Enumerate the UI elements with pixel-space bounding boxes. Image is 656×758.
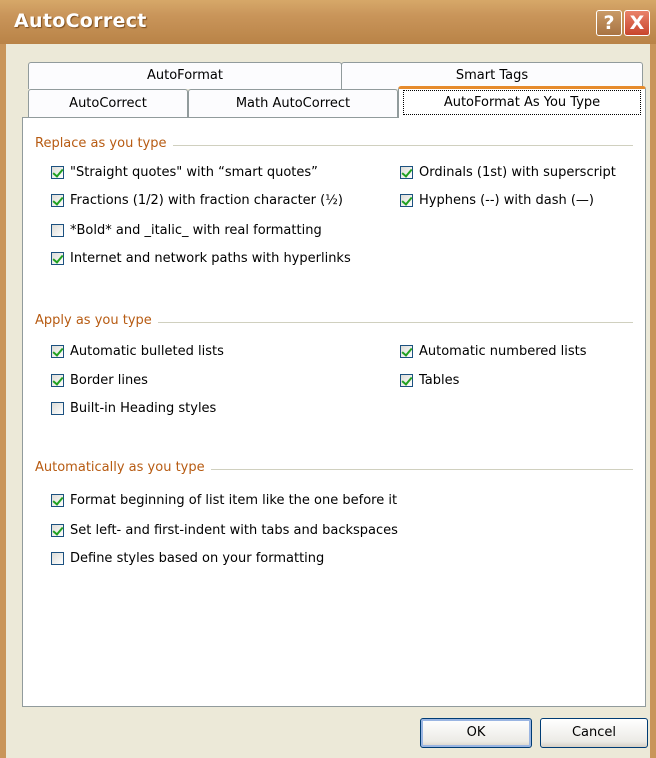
checkbox-label: *Bold* and _italic_ with real formatting	[70, 223, 322, 238]
ok-button[interactable]: OK	[420, 718, 532, 748]
checkbox-label: Format beginning of list item like the o…	[70, 493, 398, 508]
checkbox-box[interactable]	[51, 194, 64, 207]
checkbox-box[interactable]	[51, 224, 64, 237]
tab-math-autocorrect[interactable]: Math AutoCorrect	[188, 89, 398, 118]
tab-label: AutoFormat	[147, 68, 223, 83]
focus-rectangle	[403, 90, 641, 115]
checkbox-numbered-lists[interactable]: Automatic numbered lists	[400, 344, 587, 359]
checkbox-box[interactable]	[51, 252, 64, 265]
checkbox-hyperlinks[interactable]: Internet and network paths with hyperlin…	[51, 251, 351, 266]
checkbox-box[interactable]	[51, 552, 64, 565]
checkbox-box[interactable]	[400, 166, 413, 179]
window-frame-left	[0, 44, 6, 758]
checkbox-label: Hyphens (--) with dash (—)	[419, 193, 594, 208]
checkbox-smart-quotes[interactable]: "Straight quotes" with “smart quotes”	[51, 165, 318, 180]
checkbox-label: Fractions (1/2) with fraction character …	[70, 193, 343, 208]
tab-autoformat[interactable]: AutoFormat	[28, 62, 342, 89]
tab-label: AutoCorrect	[69, 96, 147, 111]
tab-label: Smart Tags	[455, 68, 529, 83]
close-icon: X	[629, 12, 645, 34]
checkbox-border-lines[interactable]: Border lines	[51, 373, 148, 388]
checkbox-box[interactable]	[51, 345, 64, 358]
checkbox-bulleted-lists[interactable]: Automatic bulleted lists	[51, 344, 224, 359]
checkbox-fractions[interactable]: Fractions (1/2) with fraction character …	[51, 193, 343, 208]
checkbox-heading-styles[interactable]: Built-in Heading styles	[51, 401, 216, 416]
checkbox-label: Automatic bulleted lists	[70, 344, 224, 359]
checkbox-box[interactable]	[51, 494, 64, 507]
tab-label: Math AutoCorrect	[235, 96, 351, 111]
checkbox-box[interactable]	[400, 345, 413, 358]
checkbox-tables[interactable]: Tables	[400, 373, 459, 388]
checkbox-box[interactable]	[51, 374, 64, 387]
checkbox-label: Automatic numbered lists	[419, 344, 587, 359]
tab-autoformat-as-you-type[interactable]: AutoFormat As You Type	[398, 86, 646, 118]
section-title-auto: Automatically as you type	[35, 460, 211, 475]
checkbox-set-indent[interactable]: Set left- and first-indent with tabs and…	[51, 523, 398, 538]
section-title-replace: Replace as you type	[35, 136, 173, 151]
checkbox-label: Define styles based on your formatting	[70, 551, 325, 566]
close-button[interactable]: X	[624, 10, 650, 36]
autocorrect-dialog: AutoCorrect ? X AutoFormat Smart Tags Au…	[0, 0, 656, 758]
dialog-title: AutoCorrect	[14, 10, 147, 32]
cancel-button[interactable]: Cancel	[540, 718, 648, 748]
checkbox-define-styles[interactable]: Define styles based on your formatting	[51, 551, 324, 566]
checkbox-box[interactable]	[51, 402, 64, 415]
checkbox-label: Built-in Heading styles	[70, 401, 217, 416]
checkbox-format-list-item[interactable]: Format beginning of list item like the o…	[51, 493, 397, 508]
checkbox-label: Set left- and first-indent with tabs and…	[70, 523, 398, 538]
checkbox-box[interactable]	[51, 166, 64, 179]
checkbox-bold-italic[interactable]: *Bold* and _italic_ with real formatting	[51, 223, 322, 238]
checkbox-ordinals[interactable]: Ordinals (1st) with superscript	[400, 165, 616, 180]
tab-panel: Replace as you type "Straight quotes" wi…	[22, 117, 646, 707]
checkbox-hyphens[interactable]: Hyphens (--) with dash (—)	[400, 193, 594, 208]
checkbox-label: Internet and network paths with hyperlin…	[70, 251, 351, 266]
checkbox-label: Ordinals (1st) with superscript	[419, 165, 616, 180]
section-title-apply: Apply as you type	[35, 313, 158, 328]
tab-autocorrect[interactable]: AutoCorrect	[28, 89, 188, 118]
help-icon: ?	[603, 12, 615, 34]
checkbox-box[interactable]	[51, 524, 64, 537]
title-bar[interactable]: AutoCorrect ? X	[0, 0, 656, 44]
checkbox-box[interactable]	[400, 374, 413, 387]
checkbox-label: Tables	[419, 373, 460, 388]
checkbox-box[interactable]	[400, 194, 413, 207]
window-frame-right	[650, 44, 656, 758]
checkbox-label: "Straight quotes" with “smart quotes”	[70, 165, 318, 180]
help-button[interactable]: ?	[596, 10, 622, 36]
checkbox-label: Border lines	[70, 373, 148, 388]
tab-smart-tags[interactable]: Smart Tags	[341, 62, 643, 89]
